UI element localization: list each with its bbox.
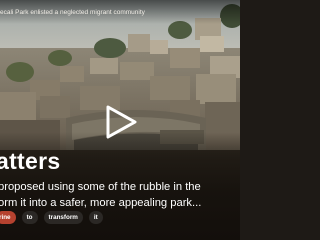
tag-chip[interactable]: to bbox=[21, 210, 38, 224]
video-subtitle: proposed using some of the rubble in the… bbox=[0, 180, 240, 211]
video-card[interactable]: ecali Park enlisted a neglected migrant … bbox=[0, 0, 240, 240]
play-icon[interactable] bbox=[104, 104, 138, 140]
subtitle-line: orm it into a safer, more appealing park… bbox=[0, 196, 202, 209]
top-caption: ecali Park enlisted a neglected migrant … bbox=[0, 9, 145, 16]
video-headline: atters bbox=[0, 148, 61, 174]
tag-chip[interactable]: it bbox=[88, 210, 103, 224]
tag-chip[interactable]: rine bbox=[0, 210, 16, 224]
top-caption-bar: ecali Park enlisted a neglected migrant … bbox=[0, 0, 240, 24]
subtitle-line: proposed using some of the rubble in the bbox=[0, 181, 201, 193]
tag-chip[interactable]: transform bbox=[43, 210, 83, 224]
tag-list: rine to transform it bbox=[0, 210, 103, 224]
